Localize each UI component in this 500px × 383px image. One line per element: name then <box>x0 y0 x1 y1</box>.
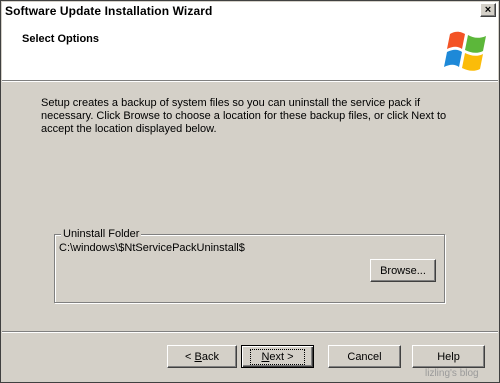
footer-separator <box>2 331 498 333</box>
close-icon: × <box>484 3 492 16</box>
close-button[interactable]: × <box>480 3 496 17</box>
help-button[interactable]: Help <box>412 345 485 368</box>
browse-button-label: Browse... <box>380 264 426 277</box>
help-button-label: Help <box>437 350 460 363</box>
folder-path: C:\windows\$NtServicePackUninstall$ <box>59 242 245 254</box>
back-button[interactable]: < Back <box>167 345 237 368</box>
next-button[interactable]: Next > <box>241 345 314 368</box>
back-button-label: < Back <box>185 350 219 363</box>
page-title: Select Options <box>22 33 100 45</box>
next-button-label: Next > <box>250 348 305 365</box>
browse-button[interactable]: Browse... <box>370 259 436 282</box>
wizard-header: Select Options <box>2 20 498 82</box>
cancel-button[interactable]: Cancel <box>328 345 401 368</box>
description-text: Setup creates a backup of system files s… <box>41 97 447 135</box>
window-title: Software Update Installation Wizard <box>5 4 213 18</box>
group-legend: Uninstall Folder <box>61 228 142 240</box>
windows-flag-icon <box>444 31 486 71</box>
title-bar[interactable]: Software Update Installation Wizard × <box>2 2 498 20</box>
wizard-window: Software Update Installation Wizard × Se… <box>0 0 500 383</box>
cancel-button-label: Cancel <box>347 350 382 363</box>
watermark: lizling's blog <box>425 368 479 379</box>
